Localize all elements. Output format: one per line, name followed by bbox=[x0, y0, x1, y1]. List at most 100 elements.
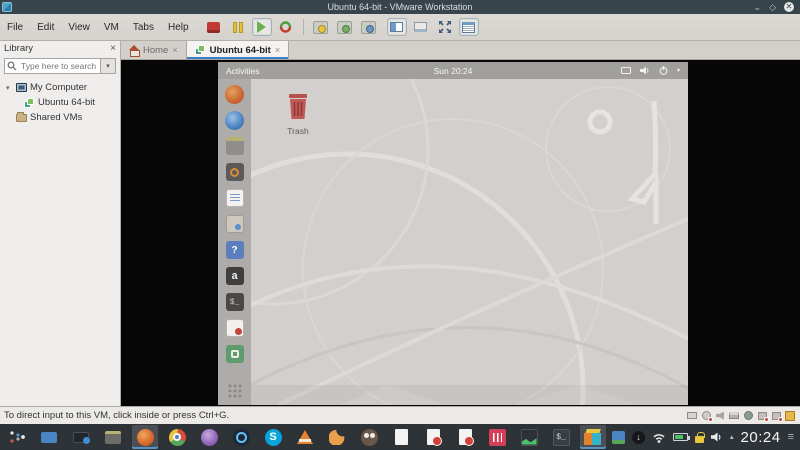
search-dropdown-button[interactable]: ▾ bbox=[101, 58, 116, 74]
package-updates-icon[interactable] bbox=[612, 430, 626, 444]
cd-rom-icon[interactable] bbox=[700, 410, 713, 422]
taskbar-item-audio-mixer[interactable] bbox=[484, 425, 510, 449]
taskbar-item-remote-screen[interactable] bbox=[68, 425, 94, 449]
library-toggle-button[interactable] bbox=[458, 18, 479, 36]
tab-close-icon[interactable]: × bbox=[275, 45, 280, 55]
taskbar-item-system-monitor[interactable] bbox=[516, 425, 542, 449]
folder-icon bbox=[16, 111, 27, 122]
usb-device-icon[interactable] bbox=[770, 410, 783, 422]
trash-icon bbox=[289, 94, 307, 119]
library-sidebar: Library × ▾ ▾ My Computer Ubuntu 64-bit bbox=[0, 41, 121, 406]
close-icon[interactable]: ✕ bbox=[784, 2, 794, 12]
lock-icon[interactable] bbox=[695, 431, 705, 443]
tree-item-shared-vms[interactable]: Shared VMs bbox=[0, 110, 120, 125]
tab-close-icon[interactable]: × bbox=[172, 45, 177, 55]
message-log-icon[interactable] bbox=[784, 410, 796, 421]
show-applications-button[interactable] bbox=[225, 381, 245, 401]
taskbar-item-file-archive[interactable] bbox=[100, 425, 126, 449]
taskbar-item-document-blocked[interactable] bbox=[420, 425, 446, 449]
dock-icon-thunderbird[interactable] bbox=[225, 110, 245, 130]
taskbar-item-terminal[interactable]: $_ bbox=[548, 425, 574, 449]
dock-icon-rhythmbox[interactable] bbox=[225, 162, 245, 182]
power-on-button[interactable] bbox=[251, 18, 272, 36]
tab-home[interactable]: Home × bbox=[121, 41, 186, 59]
console-view-icon bbox=[390, 22, 404, 32]
tree-item-my-computer[interactable]: ▾ My Computer bbox=[0, 80, 120, 95]
screen-icon[interactable] bbox=[620, 67, 631, 74]
taskbar-item-document-record[interactable] bbox=[452, 425, 478, 449]
show-desktop-icon bbox=[41, 431, 57, 443]
snapshot-manager-button[interactable] bbox=[359, 18, 379, 36]
system-monitor-icon bbox=[520, 428, 538, 446]
usb-device-icon[interactable] bbox=[756, 410, 769, 422]
app-launcher-button[interactable] bbox=[4, 425, 30, 449]
hard-disk-icon[interactable] bbox=[686, 410, 698, 421]
vlc-icon bbox=[297, 430, 313, 444]
vm-display[interactable]: Activities Sun 20:24 ▾ ? a $_ Trash bbox=[218, 62, 688, 405]
search-input[interactable] bbox=[4, 58, 101, 74]
taskbar-clock[interactable]: 20:24 bbox=[741, 429, 781, 446]
volume-icon[interactable] bbox=[639, 66, 650, 75]
taskbar-item-skype[interactable]: S bbox=[260, 425, 286, 449]
wifi-icon[interactable] bbox=[652, 432, 666, 443]
reset-button[interactable] bbox=[276, 18, 296, 36]
panel-menu-icon[interactable]: ≡ bbox=[788, 431, 794, 443]
power-off-button[interactable] bbox=[204, 18, 224, 36]
take-snapshot-button[interactable] bbox=[311, 18, 331, 36]
revert-snapshot-button[interactable] bbox=[335, 18, 355, 36]
tree-item-ubuntu-vm[interactable]: Ubuntu 64-bit bbox=[0, 95, 120, 110]
trash-desktop-icon[interactable]: Trash bbox=[276, 93, 320, 136]
taskbar-item-web-browser[interactable] bbox=[196, 425, 222, 449]
gnome-clock[interactable]: Sun 20:24 bbox=[218, 66, 688, 76]
taskbar-item-show-desktop[interactable] bbox=[36, 425, 62, 449]
dock-icon-libreoffice-document[interactable] bbox=[225, 318, 245, 338]
chevron-down-icon[interactable]: ▾ bbox=[677, 67, 680, 74]
document-record-icon bbox=[458, 429, 474, 446]
expand-tray-icon[interactable]: ▴ bbox=[730, 433, 734, 441]
power-icon[interactable] bbox=[659, 66, 668, 75]
gnome-desktop[interactable]: ? a $_ Trash bbox=[218, 79, 688, 405]
network-icon[interactable] bbox=[742, 410, 754, 421]
menu-edit[interactable]: Edit bbox=[30, 19, 61, 36]
taskbar-item-vlc[interactable] bbox=[292, 425, 318, 449]
expander-icon[interactable]: ▾ bbox=[6, 84, 13, 92]
taskbar-item-firefox[interactable] bbox=[132, 425, 158, 449]
printer-icon[interactable] bbox=[728, 410, 740, 421]
taskbar-item-steam[interactable] bbox=[228, 425, 254, 449]
dock-icon-ubuntu-software[interactable] bbox=[225, 214, 245, 234]
dock-icon-terminal[interactable]: $_ bbox=[225, 292, 245, 312]
menu-help[interactable]: Help bbox=[161, 19, 196, 36]
menu-tabs[interactable]: Tabs bbox=[126, 19, 161, 36]
minimize-icon[interactable]: ⌄ bbox=[754, 2, 762, 12]
dock-icon-amazon[interactable]: a bbox=[225, 266, 245, 286]
taskbar-item-gimp[interactable] bbox=[356, 425, 382, 449]
taskbar-item-crescent-app[interactable] bbox=[324, 425, 350, 449]
remote-screen-icon bbox=[73, 431, 90, 444]
dock-icon-files[interactable] bbox=[225, 136, 245, 156]
dock-icon-firefox[interactable] bbox=[225, 84, 245, 104]
menu-file[interactable]: File bbox=[0, 19, 30, 36]
suspend-button[interactable] bbox=[228, 18, 248, 36]
power-off-icon bbox=[207, 21, 221, 33]
battery-icon[interactable] bbox=[673, 433, 691, 441]
taskbar-item-vmware[interactable] bbox=[580, 425, 606, 449]
dock-icon-help[interactable]: ? bbox=[225, 240, 245, 260]
activities-button[interactable]: Activities bbox=[218, 66, 260, 76]
tab-ubuntu-64-bit[interactable]: Ubuntu 64-bit × bbox=[185, 41, 290, 59]
taskbar-item-chrome[interactable] bbox=[164, 425, 190, 449]
volume-icon[interactable] bbox=[711, 432, 723, 442]
maximize-icon[interactable]: ◇ bbox=[769, 2, 776, 12]
menu-view[interactable]: View bbox=[61, 19, 97, 36]
menu-vm[interactable]: VM bbox=[97, 19, 126, 36]
taskbar-item-document[interactable] bbox=[388, 425, 414, 449]
dock-icon-software-updater[interactable] bbox=[225, 344, 245, 364]
dock-icon-libreoffice-writer[interactable] bbox=[225, 188, 245, 208]
sound-icon[interactable] bbox=[714, 410, 726, 421]
firefox-icon bbox=[136, 428, 154, 446]
updater-icon[interactable]: ↓ bbox=[632, 430, 646, 444]
fullscreen-button[interactable] bbox=[435, 18, 455, 36]
library-close-icon[interactable]: × bbox=[110, 43, 116, 54]
console-view-button[interactable] bbox=[386, 18, 407, 36]
vm-console[interactable]: Activities Sun 20:24 ▾ ? a $_ Trash bbox=[121, 60, 800, 406]
unity-view-button[interactable] bbox=[411, 18, 431, 36]
